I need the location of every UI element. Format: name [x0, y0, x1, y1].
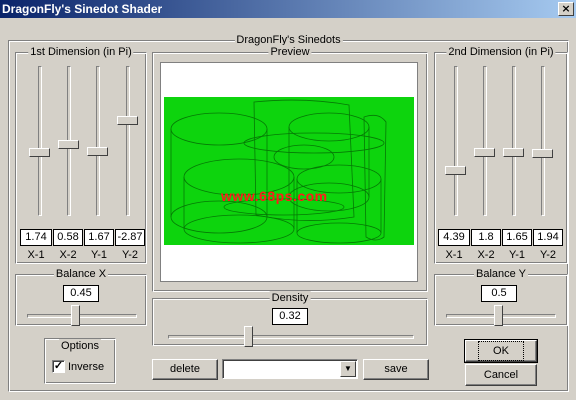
slider-thumb[interactable]	[494, 305, 503, 326]
slider-thumb[interactable]	[474, 148, 495, 157]
dim1-y1-label: Y-1	[90, 249, 108, 261]
dim2-y1-value[interactable]: 1.65	[502, 229, 532, 246]
inverse-checkbox[interactable]: ✓	[52, 360, 65, 373]
dim1-x1-label: X-1	[27, 249, 45, 261]
slider-thumb[interactable]	[29, 148, 50, 157]
check-icon: ✓	[53, 360, 64, 372]
dim1-y1-value[interactable]: 1.67	[84, 229, 114, 246]
sinedot-pattern	[170, 99, 387, 244]
dim2-y2-value[interactable]: 1.94	[533, 229, 563, 246]
balance-y-label: Balance Y	[474, 267, 528, 281]
slider-thumb[interactable]	[58, 140, 79, 149]
close-button[interactable]: ×	[558, 2, 574, 16]
dim1-x1-value[interactable]: 1.74	[20, 229, 52, 246]
ok-button-label: OK	[478, 341, 524, 361]
options-label: Options	[59, 339, 101, 353]
dimension1-label: 1st Dimension (in Pi)	[28, 45, 134, 59]
inverse-label: Inverse	[68, 361, 105, 373]
dim1-y2-label: Y-2	[121, 249, 139, 261]
dim2-y2-label: Y-2	[539, 249, 557, 261]
dim2-x1-slider[interactable]	[445, 66, 466, 216]
slider-thumb[interactable]	[117, 116, 138, 125]
dim1-y2-value[interactable]: -2.87	[115, 229, 145, 246]
density-value[interactable]: 0.32	[272, 308, 308, 325]
slider-thumb[interactable]	[87, 147, 108, 156]
delete-button-label: delete	[170, 363, 200, 375]
preset-combobox[interactable]: ▼	[222, 359, 358, 379]
dim1-y2-slider[interactable]	[117, 66, 138, 216]
dim1-y1-slider[interactable]	[87, 66, 108, 216]
preview-label: Preview	[268, 45, 312, 59]
balance-y-value[interactable]: 0.5	[481, 285, 517, 302]
dim1-x1-slider[interactable]	[29, 66, 50, 216]
cancel-button[interactable]: Cancel	[465, 364, 537, 386]
dim2-x2-label: X-2	[477, 249, 495, 261]
slider-thumb[interactable]	[532, 149, 553, 158]
balance-x-slider[interactable]	[27, 305, 137, 326]
close-icon: ×	[561, 2, 571, 15]
ok-button[interactable]: OK	[464, 339, 538, 363]
dim2-x1-label: X-1	[445, 249, 463, 261]
save-button[interactable]: save	[363, 359, 429, 380]
dim1-x2-slider[interactable]	[58, 66, 79, 216]
dim2-y1-label: Y-1	[508, 249, 526, 261]
chevron-down-icon[interactable]: ▼	[340, 361, 356, 377]
dim1-x2-label: X-2	[59, 249, 77, 261]
cancel-button-label: Cancel	[483, 369, 519, 381]
slider-thumb[interactable]	[445, 166, 466, 175]
watermark-text: www.68ps.com	[221, 188, 328, 204]
dimension2-label: 2nd Dimension (in Pi)	[446, 45, 556, 59]
dim2-x2-value[interactable]: 1.8	[471, 229, 501, 246]
title-bar: DragonFly's Sinedot Shader ×	[0, 0, 576, 18]
balance-x-label: Balance X	[53, 267, 109, 281]
slider-thumb[interactable]	[71, 305, 80, 326]
balance-x-value[interactable]: 0.45	[63, 285, 99, 302]
density-label: Density	[269, 291, 311, 305]
balance-y-slider[interactable]	[446, 305, 556, 326]
density-slider[interactable]	[168, 326, 414, 347]
dim2-x1-value[interactable]: 4.39	[438, 229, 470, 246]
delete-button[interactable]: delete	[152, 359, 218, 380]
dim2-x2-slider[interactable]	[474, 66, 495, 216]
dim2-y1-slider[interactable]	[503, 66, 524, 216]
dim1-x2-value[interactable]: 0.58	[53, 229, 83, 246]
slider-thumb[interactable]	[244, 326, 253, 347]
save-button-label: save	[384, 363, 408, 375]
window-title: DragonFly's Sinedot Shader	[2, 2, 163, 16]
slider-thumb[interactable]	[503, 148, 524, 157]
preview-render: www.68ps.com	[164, 97, 414, 245]
dim2-y2-slider[interactable]	[532, 66, 553, 216]
